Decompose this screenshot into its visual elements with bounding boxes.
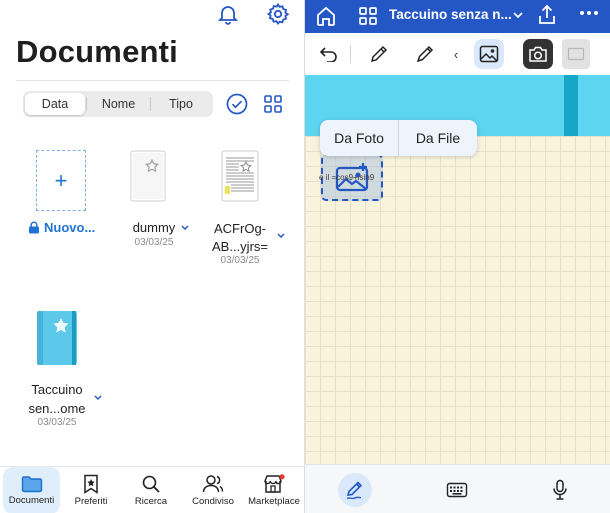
- banner-stripe: [564, 75, 578, 136]
- bottom-navigation: Documenti Preferiti Ricerca Condiviso Ma…: [0, 466, 305, 513]
- editor-top-bar: Taccuino senza n...: [305, 0, 610, 33]
- document-date-dummy: 03/03/25: [134, 237, 174, 248]
- chevron-down-icon[interactable]: [512, 10, 524, 20]
- document-thumbnail-dummy[interactable]: [130, 150, 166, 202]
- toolbar-separator: [350, 45, 351, 63]
- undo-button[interactable]: [314, 39, 344, 69]
- new-document-text: Nuovo...: [44, 220, 96, 235]
- scan-icon: [567, 47, 585, 61]
- title-divider: [16, 80, 289, 81]
- editor-toolbar: ‹: [305, 33, 610, 75]
- document-name-dummy: dummy: [132, 220, 176, 235]
- nav-label: Preferiti: [74, 496, 108, 507]
- plus-icon: +: [54, 167, 68, 193]
- from-photo-option[interactable]: Da Foto: [320, 120, 398, 156]
- pencil-icon: [416, 45, 434, 63]
- collapsed-tool[interactable]: ‹: [451, 39, 461, 69]
- bell-icon[interactable]: [216, 2, 240, 26]
- sort-tab-tipo[interactable]: Tipo: [151, 93, 211, 115]
- pen-icon: [346, 481, 363, 500]
- lock-icon: [29, 221, 39, 234]
- new-document-label[interactable]: Nuovo...: [28, 220, 95, 235]
- chevron-down-icon[interactable]: [276, 232, 286, 240]
- documents-panel: Documenti Data Nome Tipo + Nuovo... dumm…: [0, 0, 305, 513]
- document-date-acfrog: 03/03/25: [220, 255, 260, 266]
- camera-button[interactable]: [523, 39, 553, 69]
- notebook-title[interactable]: Taccuino senza n...: [389, 7, 512, 22]
- document-name-line2: AB...yjrs=: [212, 239, 268, 254]
- new-document-button[interactable]: +: [36, 150, 86, 211]
- input-mode-bar: [305, 464, 610, 513]
- camera-icon: [529, 46, 547, 62]
- placeholder-text: e il =cos9+isin9: [319, 173, 375, 182]
- nav-label: Documenti: [8, 495, 55, 506]
- notebook-name-line2: sen...ome: [28, 401, 86, 416]
- pencil-tool-button[interactable]: [410, 39, 440, 69]
- nav-condiviso[interactable]: Condiviso: [183, 467, 243, 513]
- keyboard-icon: [446, 482, 468, 498]
- document-thumbnail-acfrog[interactable]: [221, 150, 259, 202]
- sort-segmented-control: Data Nome Tipo: [23, 91, 213, 117]
- insert-image-button[interactable]: [474, 39, 504, 69]
- undo-icon: [319, 47, 337, 62]
- nav-label: Ricerca: [134, 496, 168, 507]
- insert-image-menu: Da Foto Da File: [320, 120, 477, 156]
- grid-view-icon[interactable]: [263, 94, 283, 114]
- sort-tab-nome[interactable]: Nome: [87, 93, 150, 115]
- keyboard-mode-button[interactable]: [440, 473, 474, 507]
- select-check-icon[interactable]: [226, 93, 248, 115]
- search-icon: [142, 475, 160, 493]
- pen-icon: [370, 45, 388, 63]
- nav-preferiti[interactable]: Preferiti: [63, 467, 119, 513]
- voice-mode-button[interactable]: [543, 473, 577, 507]
- folder-icon: [21, 476, 42, 493]
- nav-label: Condiviso: [192, 496, 234, 507]
- nav-marketplace[interactable]: Marketplace: [245, 467, 303, 513]
- grid-view-icon[interactable]: [358, 6, 378, 26]
- chevron-left-icon: ‹: [453, 46, 459, 62]
- document-name-line1: ACFrOg-: [214, 221, 266, 236]
- nav-ricerca[interactable]: Ricerca: [122, 467, 180, 513]
- chevron-down-icon[interactable]: [180, 224, 190, 232]
- scan-button[interactable]: [562, 39, 590, 69]
- document-name-acfrog: ACFrOg- AB...yjrs=: [206, 220, 274, 256]
- nav-documenti[interactable]: Documenti: [3, 467, 60, 513]
- notebook-editor: Taccuino senza n... ‹ e il =cos9+isin9 D…: [305, 0, 610, 513]
- store-icon: [264, 474, 285, 493]
- sort-tab-data[interactable]: Data: [25, 93, 85, 115]
- share-icon[interactable]: [536, 4, 558, 26]
- gear-icon[interactable]: [266, 2, 290, 26]
- from-file-option[interactable]: Da File: [399, 120, 477, 156]
- image-icon: [479, 45, 499, 63]
- notebook-name: Taccuino sen...ome: [20, 380, 94, 418]
- pen-tool-button[interactable]: [364, 39, 394, 69]
- page-title: Documenti: [16, 34, 178, 69]
- microphone-icon: [553, 479, 567, 500]
- people-icon: [202, 475, 224, 493]
- notebook-thumbnail[interactable]: [34, 309, 80, 367]
- notebook-date: 03/03/25: [37, 417, 77, 428]
- handwriting-mode-button[interactable]: [338, 473, 372, 507]
- more-icon[interactable]: [579, 10, 599, 16]
- chevron-down-icon[interactable]: [93, 394, 103, 402]
- bookmark-star-icon: [84, 474, 98, 494]
- notebook-name-line1: Taccuino: [31, 382, 83, 397]
- nav-label: Marketplace: [248, 496, 300, 507]
- home-icon[interactable]: [315, 5, 337, 27]
